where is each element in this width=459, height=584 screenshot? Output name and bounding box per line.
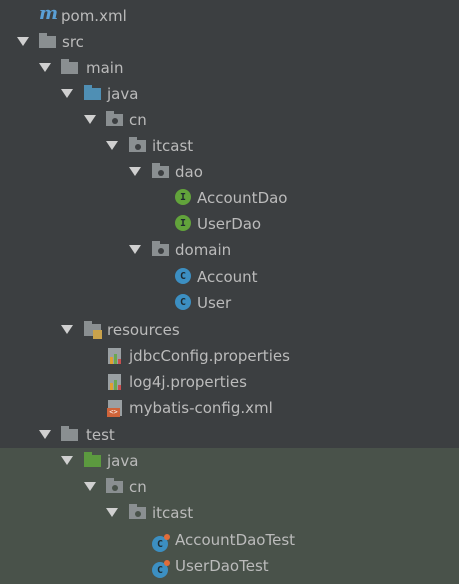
expand-arrow-icon[interactable] <box>84 115 96 124</box>
tree-item-log4j[interactable]: log4j.properties <box>0 369 459 395</box>
tree-item-label: main <box>86 59 124 77</box>
expand-arrow-icon[interactable] <box>17 37 29 46</box>
interface-icon: I <box>175 189 191 205</box>
tree-item-pom-xml[interactable]: m pom.xml <box>0 3 459 29</box>
tree-item-main-itcast[interactable]: itcast <box>0 133 459 159</box>
tree-item-label: UserDaoTest <box>175 557 269 575</box>
tree-item-test-java[interactable]: java <box>0 448 459 474</box>
tree-item-mybatis-config[interactable]: <> mybatis-config.xml <box>0 395 459 421</box>
package-icon <box>106 478 124 496</box>
tree-item-account-dao-test[interactable]: C AccountDaoTest <box>0 527 459 553</box>
tree-item-test-itcast[interactable]: itcast <box>0 500 459 526</box>
tree-item-label: mybatis-config.xml <box>129 399 273 417</box>
tree-item-label: itcast <box>152 137 194 155</box>
tree-item-user-dao-test[interactable]: C UserDaoTest <box>0 553 459 579</box>
expand-arrow-icon[interactable] <box>84 482 96 491</box>
expand-arrow-icon[interactable] <box>61 89 73 98</box>
tree-item-label: src <box>62 33 84 51</box>
tree-item-main[interactable]: main <box>0 55 459 81</box>
tree-item-label: pom.xml <box>61 7 127 25</box>
tree-item-label: cn <box>129 478 147 496</box>
package-icon <box>152 241 170 259</box>
test-class-icon: C <box>152 560 170 578</box>
expand-arrow-icon[interactable] <box>129 167 141 176</box>
tree-item-main-cn[interactable]: cn <box>0 107 459 133</box>
tree-item-label: cn <box>129 111 147 129</box>
tree-item-label: domain <box>175 241 232 259</box>
tree-item-label: java <box>107 85 139 103</box>
tree-item-label: User <box>197 294 232 312</box>
tree-item-label: test <box>86 426 115 444</box>
xml-tag-glyph: <> <box>107 408 120 417</box>
tree-item-label: resources <box>107 321 180 339</box>
folder-icon <box>61 59 79 77</box>
expand-arrow-icon[interactable] <box>106 508 118 517</box>
tree-item-account-dao[interactable]: I AccountDao <box>0 185 459 211</box>
class-icon: C <box>175 294 191 310</box>
tree-item-test[interactable]: test <box>0 422 459 448</box>
expand-arrow-icon[interactable] <box>129 245 141 254</box>
tree-item-label: UserDao <box>197 215 262 233</box>
tree-item-label: dao <box>175 163 203 181</box>
tree-item-main-java[interactable]: java <box>0 81 459 107</box>
tree-item-label: jdbcConfig.properties <box>129 347 290 365</box>
tree-item-jdbc-config[interactable]: jdbcConfig.properties <box>0 343 459 369</box>
package-icon <box>129 504 147 522</box>
tree-item-label: itcast <box>152 504 194 522</box>
expand-arrow-icon[interactable] <box>106 141 118 150</box>
interface-icon: I <box>175 215 191 231</box>
class-icon: C <box>175 268 191 284</box>
test-source-folder-icon <box>84 452 102 470</box>
source-folder-icon <box>84 85 102 103</box>
folder-icon <box>39 33 57 51</box>
tree-item-label: java <box>107 452 139 470</box>
package-icon <box>152 163 170 181</box>
properties-file-icon <box>107 373 125 391</box>
tree-item-account[interactable]: C Account <box>0 264 459 290</box>
expand-arrow-icon[interactable] <box>39 63 51 72</box>
expand-arrow-icon[interactable] <box>61 325 73 334</box>
package-icon <box>129 137 147 155</box>
tree-item-label: log4j.properties <box>129 373 247 391</box>
tree-item-src[interactable]: src <box>0 29 459 55</box>
tree-item-dao[interactable]: dao <box>0 159 459 185</box>
maven-icon: m <box>39 3 59 24</box>
tree-item-label: AccountDaoTest <box>175 531 296 549</box>
tree-item-user[interactable]: C User <box>0 290 459 316</box>
tree-item-domain[interactable]: domain <box>0 237 459 263</box>
folder-icon <box>61 426 79 444</box>
xml-file-icon: <> <box>107 399 125 417</box>
tree-item-label: Account <box>197 268 258 286</box>
tree-item-user-dao[interactable]: I UserDao <box>0 211 459 237</box>
package-icon <box>106 111 124 129</box>
tree-item-resources[interactable]: resources <box>0 317 459 343</box>
expand-arrow-icon[interactable] <box>39 430 51 439</box>
tree-item-test-cn[interactable]: cn <box>0 474 459 500</box>
expand-arrow-icon[interactable] <box>61 456 73 465</box>
properties-file-icon <box>107 347 125 365</box>
resources-folder-icon <box>84 321 102 339</box>
test-class-icon: C <box>152 534 170 552</box>
tree-item-label: AccountDao <box>197 189 288 207</box>
project-tree: m pom.xml src main java cn itcast dao I … <box>0 0 459 584</box>
